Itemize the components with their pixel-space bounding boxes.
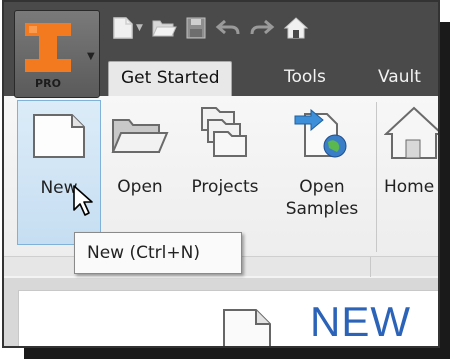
document-icon: [223, 309, 271, 346]
qat-undo-button[interactable]: [215, 8, 241, 48]
ribbon-separator: [376, 102, 377, 252]
open-samples-icon: [294, 108, 347, 158]
home-icon: [283, 17, 309, 39]
dropdown-arrow-icon[interactable]: ▼: [136, 23, 143, 33]
tab-tools[interactable]: Tools: [272, 61, 338, 96]
tab-vault[interactable]: Vault: [366, 61, 433, 96]
new-icon: [113, 17, 133, 39]
open-button[interactable]: Open: [106, 100, 174, 198]
open-samples-button-label: Open Samples: [285, 177, 359, 219]
open-samples-button[interactable]: Open Samples: [272, 100, 372, 220]
new-document-icon: [33, 114, 85, 158]
projects-icon: [201, 107, 247, 157]
home-large-icon: [384, 106, 438, 159]
home-button-label: Home: [384, 177, 435, 197]
application-window: ▼ ▼ PRO Get Started Tools Vault New Open…: [2, 0, 440, 348]
new-button[interactable]: New: [17, 100, 101, 245]
tab-get-started[interactable]: Get Started: [108, 61, 233, 96]
home-button[interactable]: Home: [384, 100, 438, 198]
qat-redo-button[interactable]: [249, 8, 275, 48]
save-icon: [186, 17, 206, 39]
application-menu-button[interactable]: ▼ PRO: [14, 10, 100, 98]
qat-open-button[interactable]: [151, 8, 177, 48]
start-page-heading: NEW: [310, 298, 411, 345]
edition-badge: PRO: [35, 77, 61, 90]
mouse-pointer-icon: [73, 185, 93, 216]
redo-icon: [250, 19, 275, 35]
qat-home-button[interactable]: [283, 8, 309, 48]
app-menu-arrow-icon: ▼: [87, 51, 95, 62]
panel-strip-separator: [370, 257, 371, 277]
quick-access-toolbar: ▼: [112, 8, 317, 48]
projects-button-label: Projects: [191, 177, 259, 197]
projects-button[interactable]: Projects: [180, 100, 270, 198]
qat-new-button[interactable]: ▼: [112, 8, 143, 48]
undo-icon: [215, 19, 240, 35]
tooltip: New (Ctrl+N): [74, 232, 242, 274]
open-folder-icon: [152, 20, 177, 37]
open-button-label: Open: [117, 177, 163, 197]
content-area: NEW: [4, 278, 438, 346]
qat-save-button[interactable]: [185, 8, 207, 48]
inventor-logo-icon: [25, 23, 71, 72]
open-folder-large-icon: [111, 119, 169, 153]
